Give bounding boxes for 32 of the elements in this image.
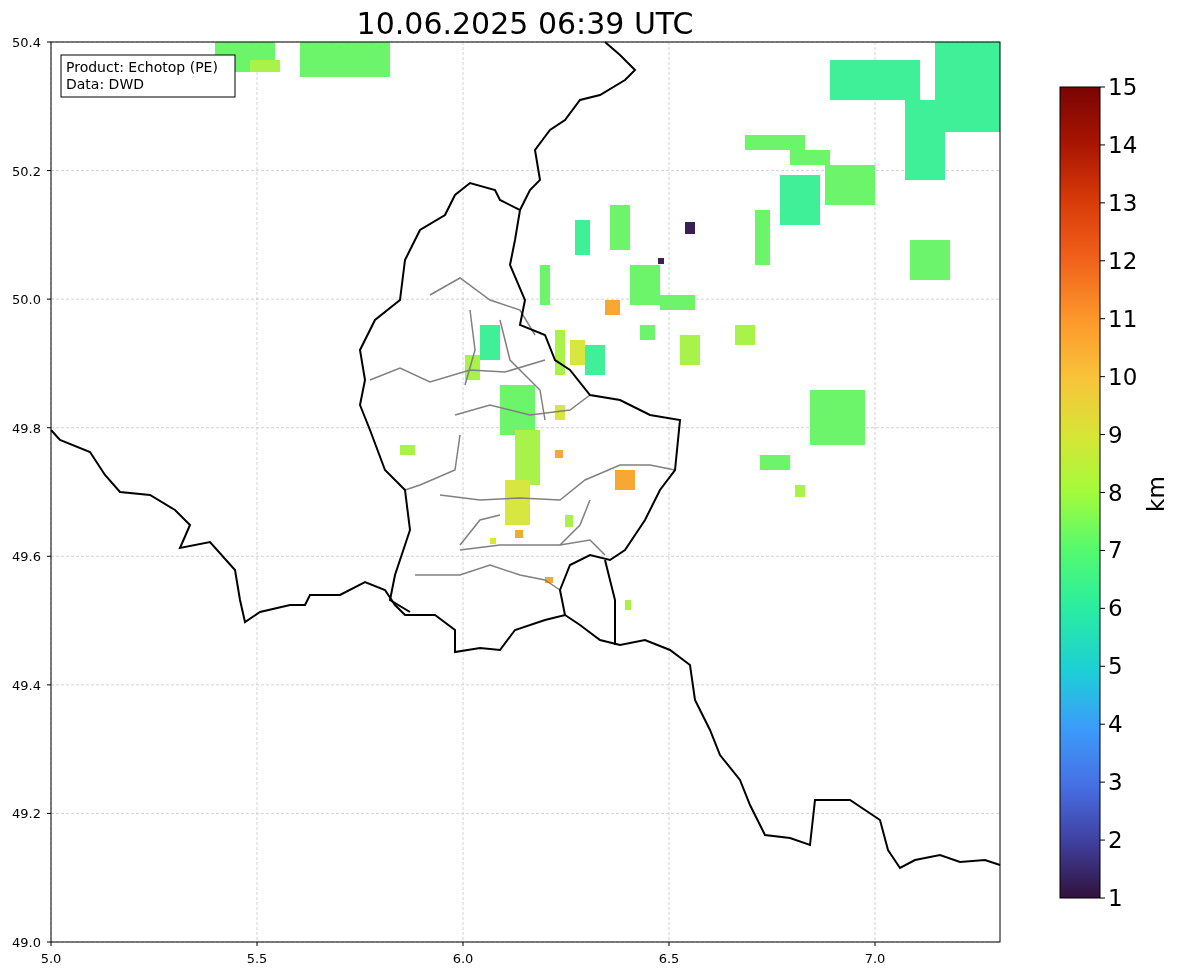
colorbar-tick-label: 7 [1108, 537, 1123, 564]
colorbar-tick-label: 2 [1108, 827, 1123, 854]
y-tick-label: 50.4 [12, 35, 41, 50]
colorbar-tick-label: 6 [1108, 595, 1123, 622]
colorbar-tick-label: 3 [1108, 769, 1123, 796]
x-tick-label: 5.0 [40, 951, 62, 966]
y-tick-label: 49.8 [12, 420, 41, 436]
colorbar-tick-label: 13 [1108, 189, 1138, 216]
colorbar-tick-label: 10 [1108, 363, 1138, 390]
x-tick-label: 7.0 [864, 951, 886, 966]
y-tick-label: 49.6 [12, 549, 41, 565]
y-tick-label: 50.0 [12, 292, 41, 308]
colorbar-tick-label: 15 [1108, 74, 1138, 100]
colorbar-tick-label: 1 [1108, 885, 1123, 911]
colorbar-label: km [1143, 476, 1169, 512]
colorbar-tick-label: 4 [1108, 711, 1123, 738]
x-tick-label: 6.5 [658, 951, 680, 966]
colorbar-tick-label: 9 [1108, 421, 1123, 448]
y-tick-label: 50.2 [12, 163, 41, 179]
y-tick-label: 49.2 [12, 806, 41, 822]
colorbar-tick-label: 8 [1108, 479, 1123, 506]
colorbar-tick-label: 11 [1108, 305, 1138, 332]
colorbar-tick-label: 14 [1108, 131, 1138, 158]
legend-text: Data: DWD [66, 76, 144, 92]
x-tick-label: 5.5 [246, 951, 268, 966]
colorbar-tick-label: 12 [1108, 247, 1138, 274]
y-tick-label: 49.4 [12, 677, 41, 693]
y-tick-label: 49.0 [12, 935, 41, 950]
legend-text: Product: Echotop (PE) [66, 59, 218, 75]
x-tick-label: 6.0 [452, 951, 474, 966]
plot-title: 10.06.2025 06:39 UTC [356, 6, 694, 41]
colorbar-tick-label: 5 [1108, 653, 1123, 680]
